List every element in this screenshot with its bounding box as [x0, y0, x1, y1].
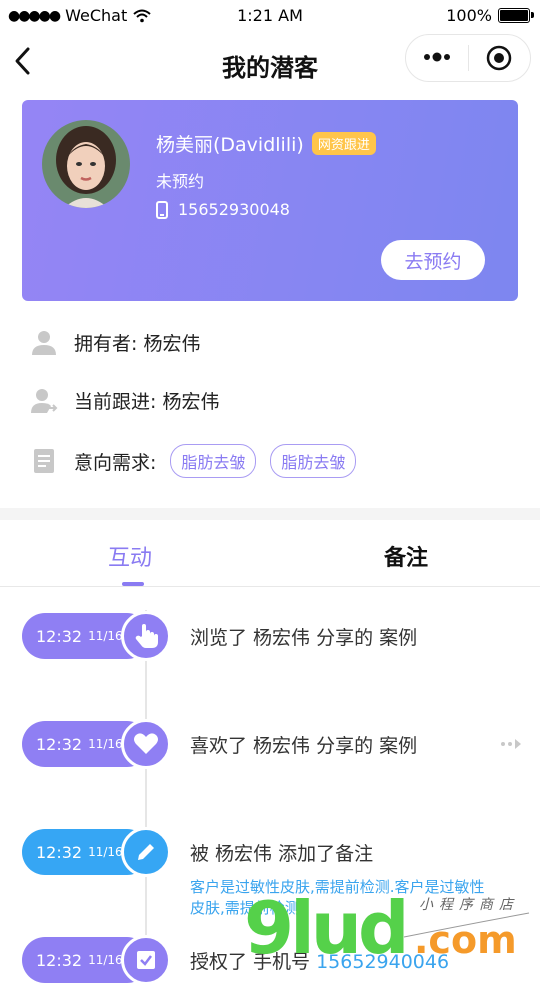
follower-row: 当前跟进: 杨宏伟	[30, 380, 219, 420]
check-icon	[121, 935, 171, 985]
date-label: 11/16	[88, 629, 123, 643]
time-label: 12:32	[36, 842, 83, 862]
date-label: 11/16	[88, 845, 123, 859]
pencil-icon	[121, 827, 171, 877]
owner-label: 拥有者: 杨宏伟	[74, 332, 201, 355]
timeline-item[interactable]: 12:32 11/16 浏览了 杨宏伟 分享的 案例	[22, 611, 540, 663]
close-miniprogram-icon[interactable]	[486, 45, 512, 71]
avatar	[42, 120, 130, 208]
capsule-divider	[468, 45, 469, 71]
heart-icon	[121, 719, 171, 769]
timeline-text: 喜欢了 杨宏伟 分享的 案例	[190, 735, 418, 757]
user-icon	[32, 331, 56, 355]
section-divider	[0, 508, 540, 520]
date-label: 11/16	[88, 737, 123, 751]
book-appointment-button[interactable]: 去预约	[381, 240, 485, 280]
date-label: 11/16	[88, 953, 123, 967]
miniprogram-capsule	[405, 34, 531, 82]
svg-text:小程序商店: 小程序商店	[419, 897, 519, 913]
profile-card: 杨美丽(Davidlili) 网资跟进 未预约 15652930048 去预约	[22, 100, 518, 301]
tab-notes[interactable]: 备注	[384, 540, 428, 572]
timeline-text: 被 杨宏伟 添加了备注	[190, 843, 374, 865]
time-label: 12:32	[36, 734, 83, 754]
time-label: 12:32	[36, 626, 83, 646]
intent-tag: 脂肪去皱	[170, 444, 257, 478]
follower-label: 当前跟进: 杨宏伟	[74, 390, 220, 413]
document-icon	[34, 449, 54, 473]
phone-number[interactable]: 15652930048	[178, 200, 290, 219]
intent-label: 意向需求:	[74, 451, 157, 474]
battery-percent: 100%	[446, 6, 492, 25]
more-arrow-icon[interactable]	[500, 737, 524, 751]
tab-interaction[interactable]: 互动	[108, 540, 152, 572]
svg-text:9lud: 9lud	[244, 886, 406, 960]
appointment-status: 未预约	[156, 172, 205, 191]
svg-text:.com: .com	[414, 918, 517, 960]
timeline-item[interactable]: 12:32 11/16 喜欢了 杨宏伟 分享的 案例	[22, 719, 540, 771]
intent-row: 意向需求: 脂肪去皱 脂肪去皱	[30, 441, 357, 481]
time-label: 12:32	[36, 950, 83, 970]
tab-bar: 互动 备注	[0, 520, 540, 587]
source-badge: 网资跟进	[311, 132, 376, 155]
owner-row: 拥有者: 杨宏伟	[30, 322, 200, 362]
phone-icon	[156, 200, 168, 219]
nav-bar: 我的潜客	[0, 32, 540, 94]
battery-icon	[498, 8, 534, 23]
user-follow-icon	[31, 389, 58, 413]
active-tab-indicator	[122, 582, 144, 586]
hand-pointer-icon	[121, 611, 171, 661]
status-bar: ●●●●● WeChat 1:21 AM 100%	[0, 0, 540, 32]
intent-tag: 脂肪去皱	[270, 444, 357, 478]
customer-name: 杨美丽(Davidlili)	[156, 134, 304, 156]
watermark-logo: 9lud .com 小程序商店	[244, 885, 534, 970]
more-options-icon[interactable]	[422, 45, 452, 69]
timeline-text: 浏览了 杨宏伟 分享的 案例	[190, 627, 418, 649]
